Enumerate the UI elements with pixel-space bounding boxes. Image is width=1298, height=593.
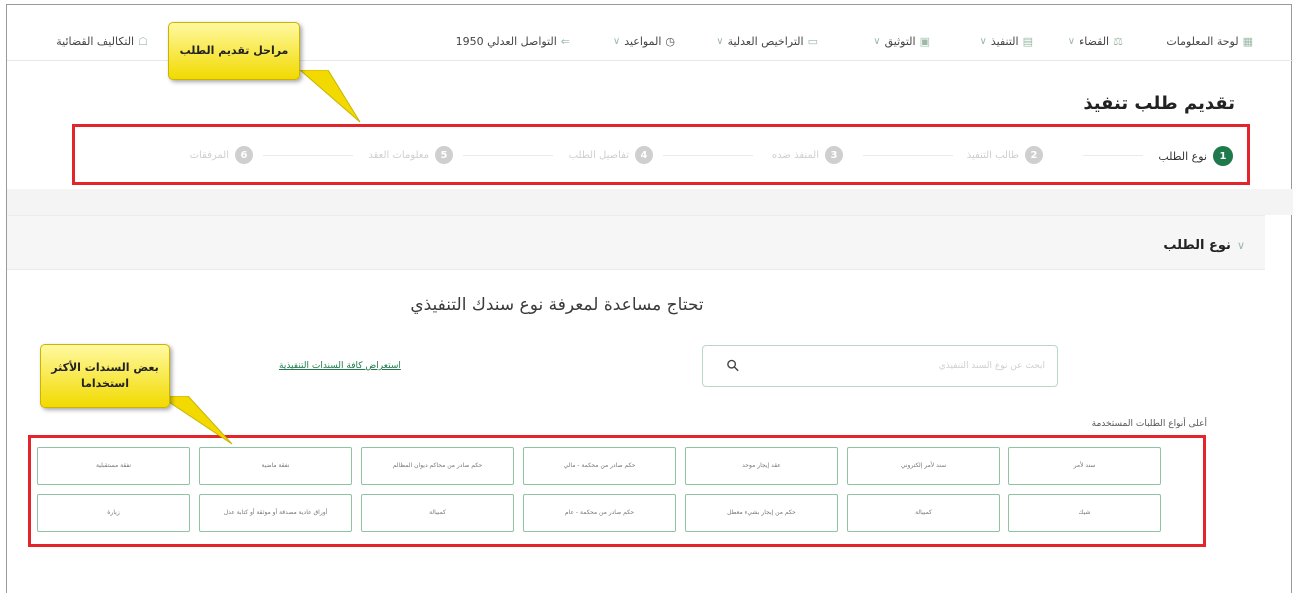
- nav-item-judicial-costs[interactable]: ☖ التكاليف القضائية: [56, 35, 148, 48]
- clock-icon: ◷: [665, 35, 675, 48]
- nav-item-notarization[interactable]: ▣ التوثيق ∨: [873, 35, 930, 48]
- nav-item-label: التواصل العدلي 1950: [455, 35, 557, 48]
- nav-item-communication[interactable]: ⇐ التواصل العدلي 1950: [456, 35, 570, 48]
- nav-item-label: لوحة المعلومات: [1166, 35, 1239, 48]
- nav-item-dashboard[interactable]: ▦ لوحة المعلومات: [1166, 35, 1253, 48]
- section-header[interactable]: ∨ نوع الطلب: [7, 215, 1265, 270]
- divider-band: [7, 189, 1293, 215]
- nav-item-appointments[interactable]: ◷ المواعيد ∨: [613, 35, 675, 48]
- nav-item-label: المواعيد: [624, 35, 662, 48]
- chevron-down-icon: ∨: [612, 36, 621, 47]
- document-icon: ▤: [1022, 35, 1033, 48]
- phone-icon: ⇐: [560, 35, 570, 48]
- browse-all-documents-link[interactable]: استعراض كافة السندات التنفيذية: [279, 361, 401, 371]
- nav-item-execution[interactable]: ▤ التنفيذ ∨: [980, 35, 1033, 48]
- search-icon[interactable]: ⚲: [722, 355, 744, 377]
- stages-highlight-box: [72, 124, 1250, 185]
- search-box[interactable]: ⚲: [702, 345, 1058, 387]
- stages-callout: مراحل تقديم الطلب: [168, 22, 300, 80]
- search-input[interactable]: [745, 356, 1045, 376]
- help-title: تحتاج مساعدة لمعرفة نوع سندك التنفيذي: [410, 295, 704, 315]
- common-docs-callout-text: بعض السندات الأكثر استخداما: [51, 360, 159, 391]
- chevron-down-icon: ∨: [979, 36, 987, 47]
- chevron-down-icon: ∨: [716, 36, 724, 47]
- nav-item-label: التنفيذ: [990, 35, 1019, 48]
- most-used-label: أعلى أنواع الطلبات المستخدمة: [1091, 419, 1207, 429]
- license-icon: ▭: [807, 35, 818, 48]
- section-title: نوع الطلب: [1163, 238, 1231, 253]
- common-docs-callout: بعض السندات الأكثر استخداما: [40, 344, 170, 408]
- stages-callout-text: مراحل تقديم الطلب: [179, 43, 289, 57]
- nav-item-label: القضاء: [1079, 35, 1110, 48]
- chevron-down-icon: ∨: [1236, 239, 1245, 252]
- page-title: تقديم طلب تنفيذ: [1083, 93, 1235, 114]
- gavel-icon: ⚖: [1113, 35, 1123, 48]
- nav-item-judiciary[interactable]: ⚖ القضاء ∨: [1068, 35, 1123, 48]
- nav-item-label: التكاليف القضائية: [56, 35, 135, 48]
- nav-item-licenses[interactable]: ▭ التراخيص العدلية ∨: [716, 35, 818, 48]
- stamp-icon: ▣: [919, 35, 930, 48]
- coins-icon: ☖: [138, 35, 148, 48]
- chevron-down-icon: ∨: [1067, 36, 1076, 47]
- nav-item-label: التراخيص العدلية: [727, 35, 804, 48]
- nav-item-label: التوثيق: [884, 35, 916, 48]
- section-title-wrap: ∨ نوع الطلب: [1163, 238, 1245, 253]
- chevron-down-icon: ∨: [873, 36, 881, 47]
- dashboard-icon: ▦: [1242, 35, 1253, 48]
